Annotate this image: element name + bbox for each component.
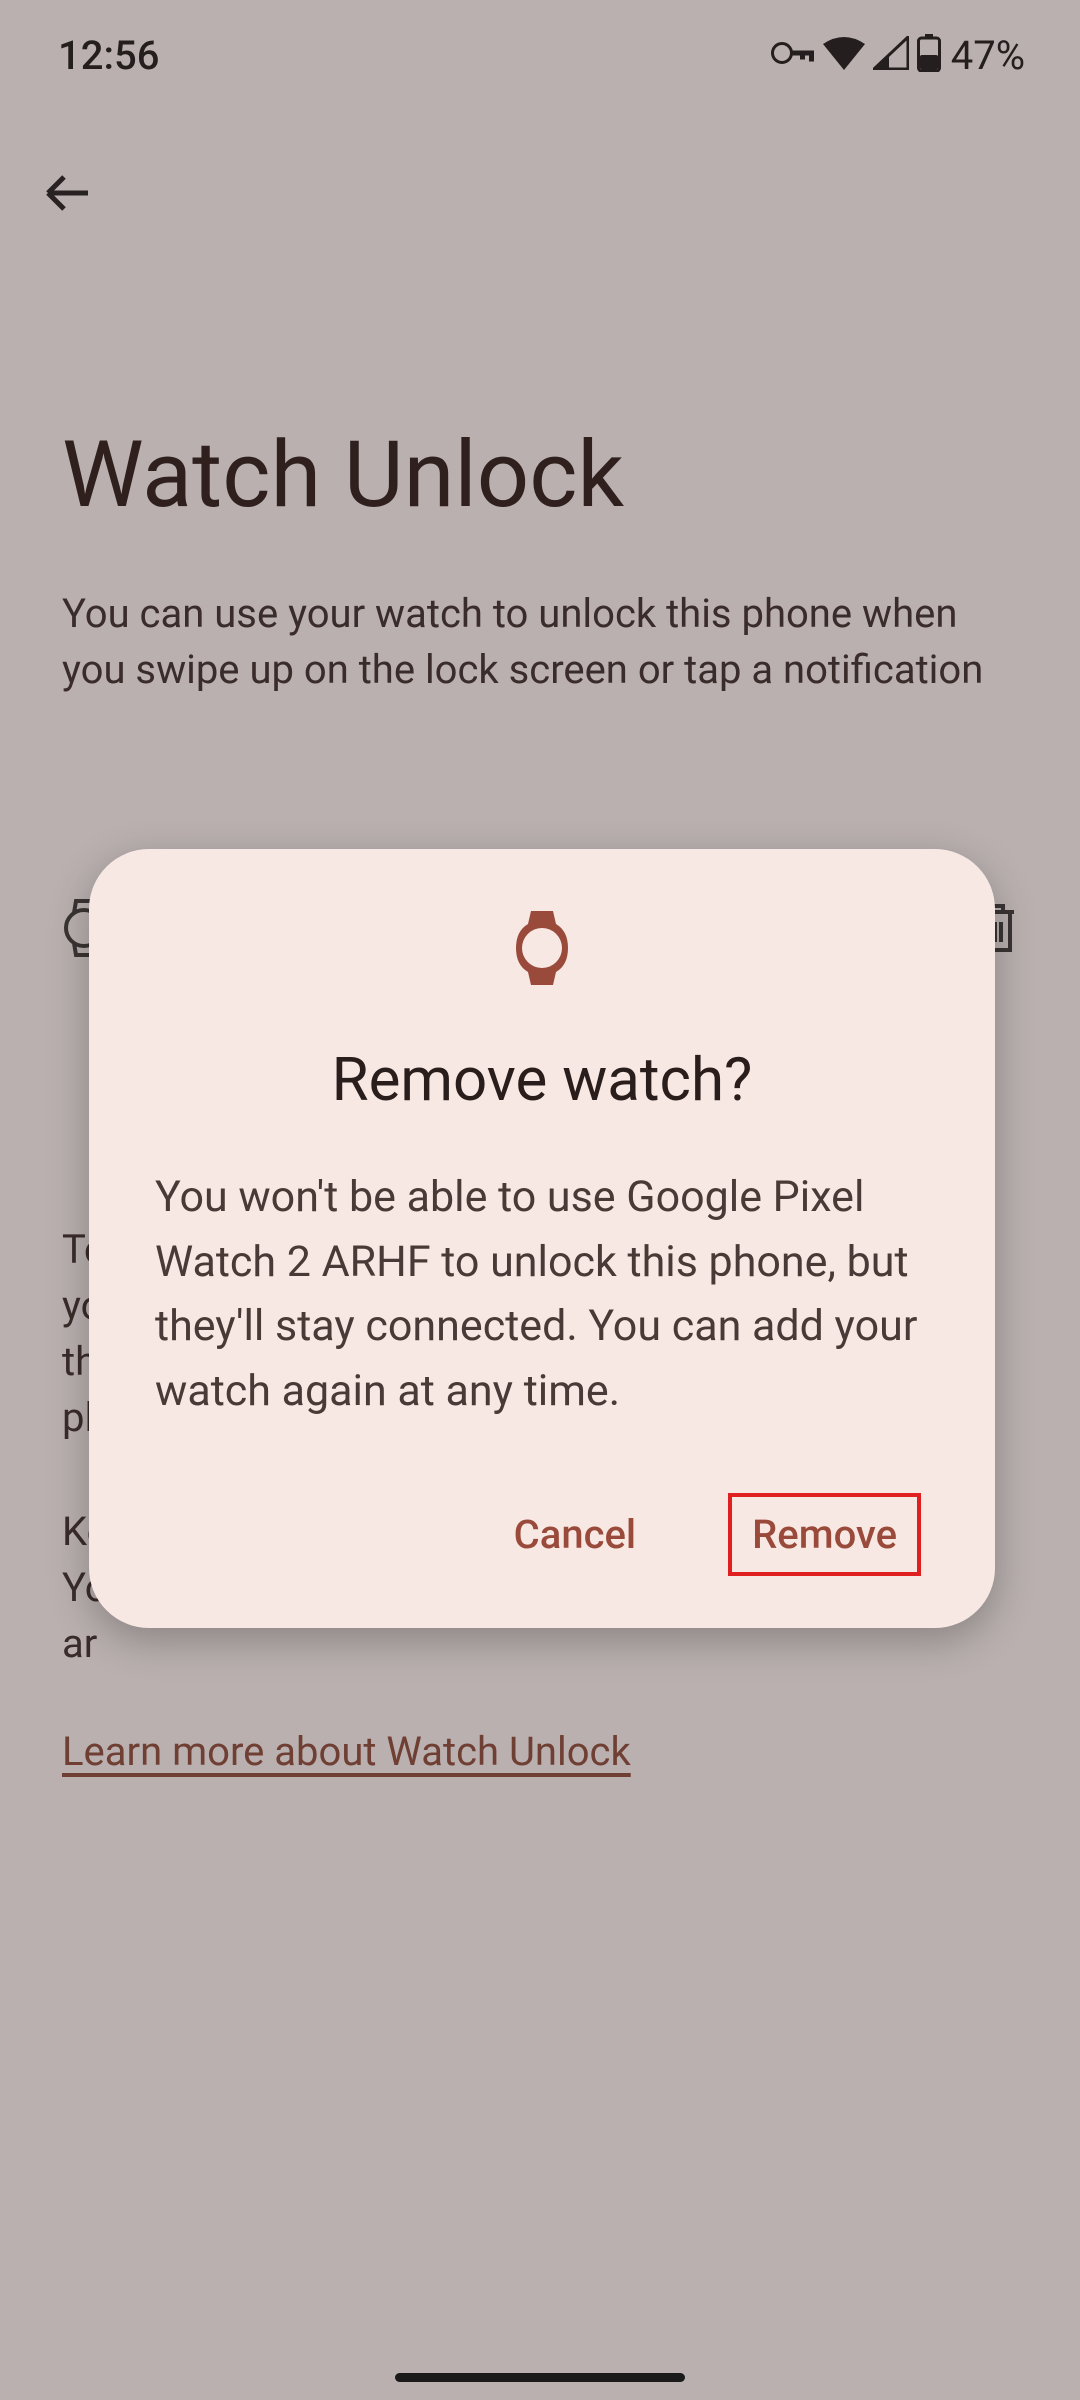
dialog-actions: Cancel Remove xyxy=(155,1493,929,1576)
dialog-body: You won't be able to use Google Pixel Wa… xyxy=(155,1165,929,1423)
remove-watch-dialog: Remove watch? You won't be able to use G… xyxy=(89,849,995,1628)
dialog-title: Remove watch? xyxy=(332,1044,753,1115)
watch-icon xyxy=(516,911,568,989)
remove-button[interactable]: Remove xyxy=(728,1493,921,1576)
gesture-nav-bar[interactable] xyxy=(395,2373,685,2382)
cancel-button[interactable]: Cancel xyxy=(494,1493,656,1576)
